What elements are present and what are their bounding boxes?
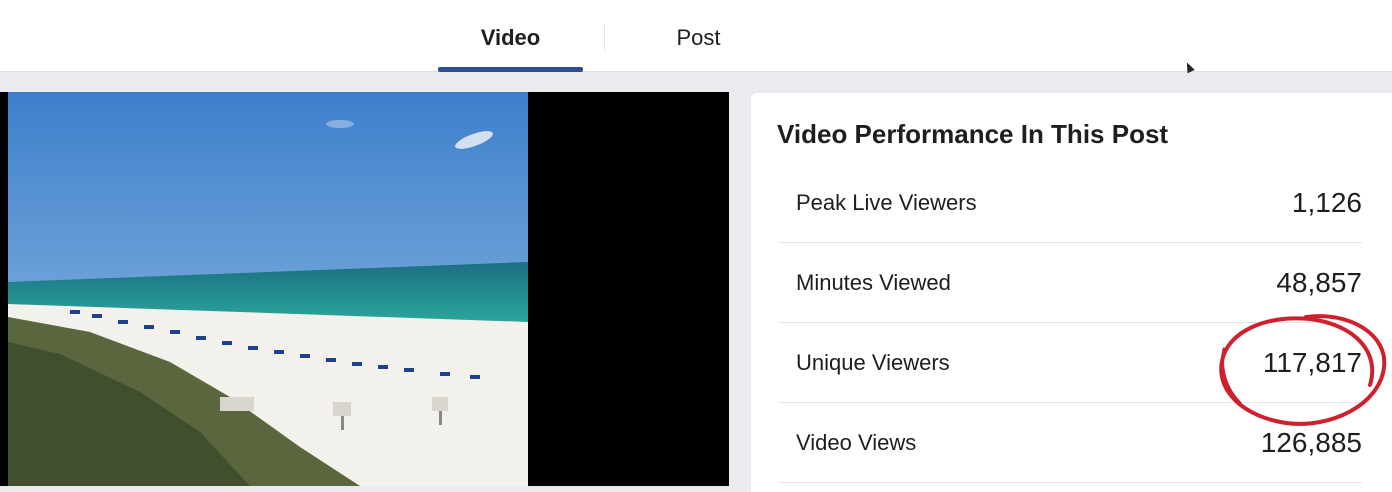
metric-row-peak-live-viewers: Peak Live Viewers 1,126 <box>778 163 1362 243</box>
active-tab-indicator <box>438 67 583 72</box>
tab-post[interactable]: Post <box>626 0 771 71</box>
video-frame <box>8 92 729 486</box>
metric-label: Minutes Viewed <box>796 270 951 295</box>
video-player[interactable] <box>0 92 729 486</box>
row-divider <box>778 482 1362 483</box>
tab-separator <box>604 24 605 52</box>
metric-value: 1,126 <box>1291 187 1362 218</box>
panel-title: Video Performance In This Post <box>777 119 1169 149</box>
metric-label: Unique Viewers <box>796 350 950 375</box>
highlight-circle-annotation <box>1219 314 1387 426</box>
metric-label: Peak Live Viewers <box>796 190 977 215</box>
tab-video[interactable]: Video <box>438 0 583 71</box>
tab-bar: Video Post <box>0 0 1392 72</box>
metric-label: Video Views <box>796 430 917 455</box>
